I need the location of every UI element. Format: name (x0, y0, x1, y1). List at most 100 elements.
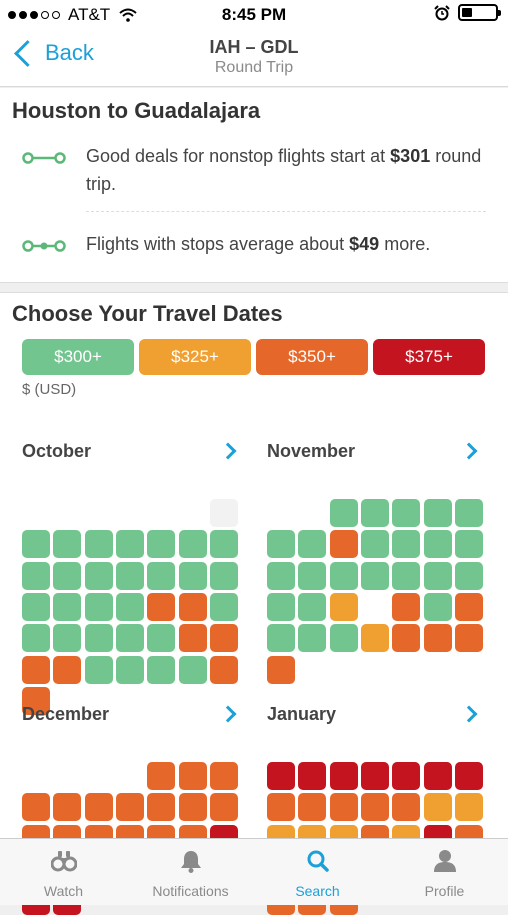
day-cell-price-300[interactable] (84, 592, 113, 621)
tab-notifications[interactable]: Notifications (127, 839, 254, 905)
day-cell-price-300[interactable] (22, 624, 50, 653)
chevron-right-icon[interactable] (460, 705, 478, 723)
day-cell-price-350[interactable] (53, 655, 82, 684)
day-cell-price-300[interactable] (298, 561, 327, 590)
day-cell-price-350[interactable] (209, 762, 238, 790)
day-cell-price-350[interactable] (329, 793, 358, 822)
day-cell-price-300[interactable] (84, 624, 113, 653)
day-cell-price-375[interactable] (454, 762, 483, 790)
chevron-right-icon[interactable] (219, 442, 237, 460)
day-cell-price-350[interactable] (360, 793, 389, 822)
day-cell-price-300[interactable] (209, 561, 238, 590)
day-cell-price-300[interactable] (115, 655, 144, 684)
tab-search[interactable]: Search (254, 839, 381, 905)
day-cell-price-300[interactable] (115, 592, 144, 621)
day-cell-price-350[interactable] (178, 762, 207, 790)
day-cell-price-300[interactable] (147, 655, 176, 684)
day-cell-price-375[interactable] (360, 762, 389, 790)
day-cell-price-350[interactable] (423, 624, 452, 653)
day-cell-price-325[interactable] (360, 624, 389, 653)
day-cell-no-data[interactable] (209, 499, 238, 527)
day-cell-undefined[interactable] (361, 593, 389, 621)
day-cell-price-350[interactable] (178, 624, 207, 653)
day-cell-price-300[interactable] (22, 530, 50, 559)
day-cell-price-325[interactable] (423, 793, 452, 822)
day-cell-price-350[interactable] (147, 762, 176, 790)
day-cell-price-300[interactable] (423, 561, 452, 590)
chevron-right-icon[interactable] (460, 442, 478, 460)
day-cell-price-375[interactable] (423, 762, 452, 790)
day-cell-price-350[interactable] (392, 592, 421, 621)
day-cell-price-300[interactable] (53, 561, 82, 590)
day-cell-price-350[interactable] (454, 592, 483, 621)
day-cell-price-350[interactable] (22, 655, 50, 684)
day-cell-price-300[interactable] (115, 624, 144, 653)
day-cell-price-325[interactable] (329, 592, 358, 621)
day-cell-price-300[interactable] (84, 655, 113, 684)
day-cell-price-300[interactable] (22, 561, 50, 590)
day-cell-price-300[interactable] (84, 530, 113, 559)
day-cell-price-350[interactable] (392, 793, 421, 822)
day-cell-price-350[interactable] (178, 592, 207, 621)
day-cell-price-300[interactable] (209, 592, 238, 621)
day-cell-price-300[interactable] (360, 499, 389, 527)
day-cell-price-300[interactable] (53, 624, 82, 653)
day-cell-price-375[interactable] (267, 762, 295, 790)
chevron-right-icon[interactable] (219, 705, 237, 723)
day-cell-price-300[interactable] (423, 592, 452, 621)
day-cell-price-300[interactable] (329, 561, 358, 590)
day-cell-price-300[interactable] (454, 499, 483, 527)
day-cell-price-300[interactable] (178, 655, 207, 684)
day-cell-price-350[interactable] (267, 793, 295, 822)
day-cell-price-300[interactable] (298, 592, 327, 621)
day-cell-price-350[interactable] (209, 624, 238, 653)
day-cell-price-300[interactable] (267, 592, 295, 621)
day-cell-price-300[interactable] (53, 592, 82, 621)
day-cell-price-350[interactable] (22, 793, 50, 822)
day-cell-price-300[interactable] (115, 530, 144, 559)
day-cell-price-350[interactable] (454, 624, 483, 653)
day-cell-price-300[interactable] (147, 561, 176, 590)
day-cell-price-350[interactable] (178, 793, 207, 822)
day-cell-price-300[interactable] (22, 592, 50, 621)
day-cell-price-300[interactable] (329, 624, 358, 653)
day-cell-price-375[interactable] (329, 762, 358, 790)
day-cell-price-300[interactable] (267, 530, 295, 559)
day-cell-price-300[interactable] (267, 561, 295, 590)
day-cell-price-350[interactable] (147, 592, 176, 621)
day-cell-price-350[interactable] (147, 793, 176, 822)
day-cell-price-300[interactable] (267, 624, 295, 653)
tab-watch[interactable]: Watch (0, 839, 127, 905)
day-cell-price-300[interactable] (360, 561, 389, 590)
day-cell-price-350[interactable] (267, 655, 295, 684)
day-cell-price-300[interactable] (392, 561, 421, 590)
day-cell-price-300[interactable] (454, 561, 483, 590)
day-cell-price-350[interactable] (392, 624, 421, 653)
day-cell-price-350[interactable] (209, 655, 238, 684)
day-cell-price-300[interactable] (423, 530, 452, 559)
day-cell-price-350[interactable] (329, 530, 358, 559)
day-cell-price-350[interactable] (84, 793, 113, 822)
day-cell-price-300[interactable] (298, 530, 327, 559)
day-cell-price-375[interactable] (298, 762, 327, 790)
tab-profile[interactable]: Profile (381, 839, 508, 905)
day-cell-price-300[interactable] (147, 530, 176, 559)
day-cell-price-300[interactable] (360, 530, 389, 559)
day-cell-price-300[interactable] (178, 530, 207, 559)
day-cell-price-350[interactable] (298, 793, 327, 822)
day-cell-price-300[interactable] (178, 561, 207, 590)
day-cell-price-325[interactable] (454, 793, 483, 822)
day-cell-price-375[interactable] (392, 762, 421, 790)
day-cell-price-300[interactable] (147, 624, 176, 653)
day-cell-price-300[interactable] (84, 561, 113, 590)
day-cell-price-300[interactable] (53, 530, 82, 559)
day-cell-price-300[interactable] (392, 530, 421, 559)
day-cell-price-300[interactable] (454, 530, 483, 559)
day-cell-price-350[interactable] (115, 793, 144, 822)
day-cell-price-300[interactable] (423, 499, 452, 527)
day-cell-price-350[interactable] (209, 793, 238, 822)
day-cell-price-300[interactable] (298, 624, 327, 653)
day-cell-price-300[interactable] (329, 499, 358, 527)
day-cell-price-350[interactable] (53, 793, 82, 822)
day-cell-price-300[interactable] (392, 499, 421, 527)
